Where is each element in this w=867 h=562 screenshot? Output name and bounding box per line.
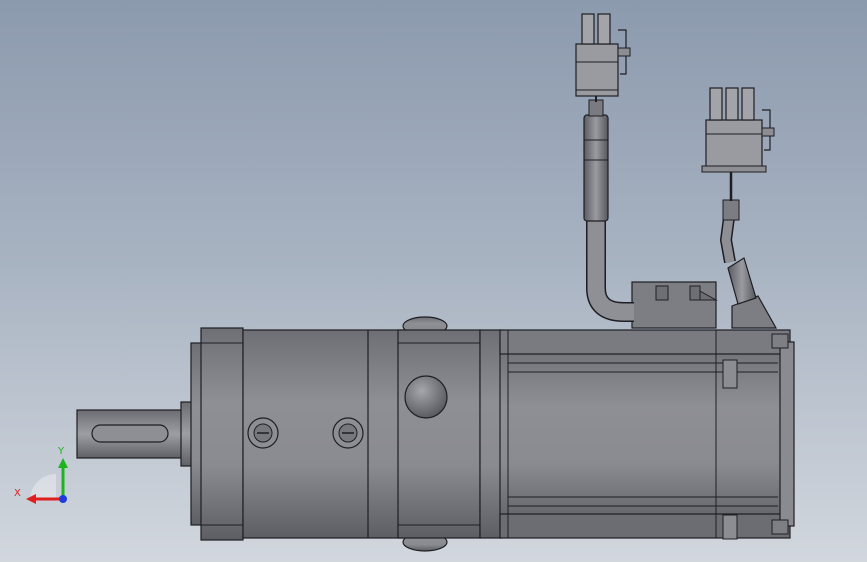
power-cable (583, 96, 634, 322)
y-axis-label: Y (57, 446, 65, 457)
y-axis-arrowhead (58, 458, 68, 468)
encoder-cable (719, 170, 740, 264)
motor-body (479, 329, 795, 540)
servo-motor-gearbox-model[interactable] (0, 0, 867, 562)
cad-viewport[interactable]: Y X (0, 0, 867, 562)
screw-icon (332, 417, 364, 449)
x-axis-label: X (14, 488, 21, 499)
connector-plug (701, 87, 775, 173)
gearbox-flange (190, 327, 244, 541)
cable-gland (727, 257, 778, 329)
screw-icon (247, 417, 279, 449)
connector-plug (575, 13, 631, 97)
coordinate-triad: Y X (14, 446, 68, 504)
z-axis-dot (59, 495, 67, 503)
cable-gland (631, 281, 718, 329)
output-shaft (76, 401, 196, 467)
